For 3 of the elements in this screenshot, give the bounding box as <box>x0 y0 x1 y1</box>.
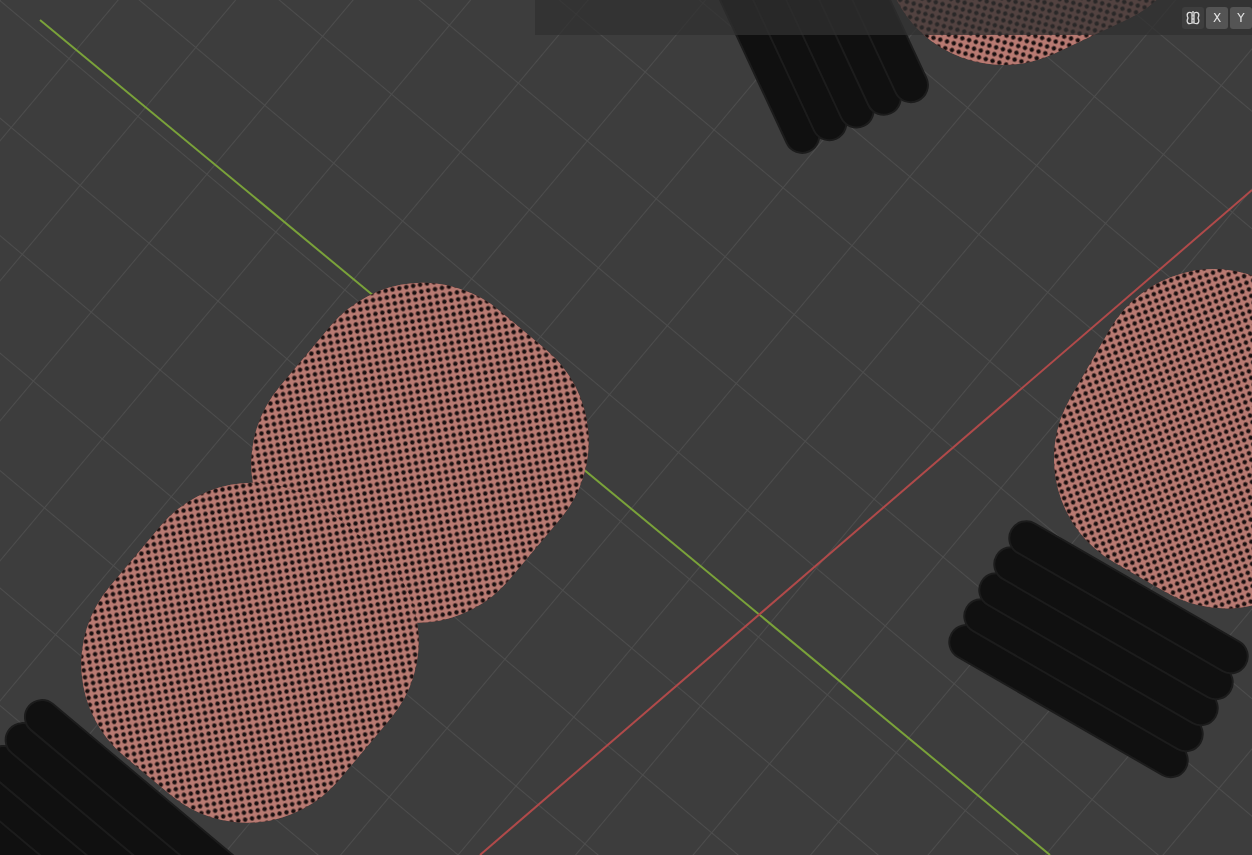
mirror-axis-toggle[interactable]: Y <box>1230 6 1252 29</box>
mirror-icon[interactable] <box>1182 6 1204 29</box>
mirror-axis-toggle[interactable]: X <box>1206 6 1228 29</box>
